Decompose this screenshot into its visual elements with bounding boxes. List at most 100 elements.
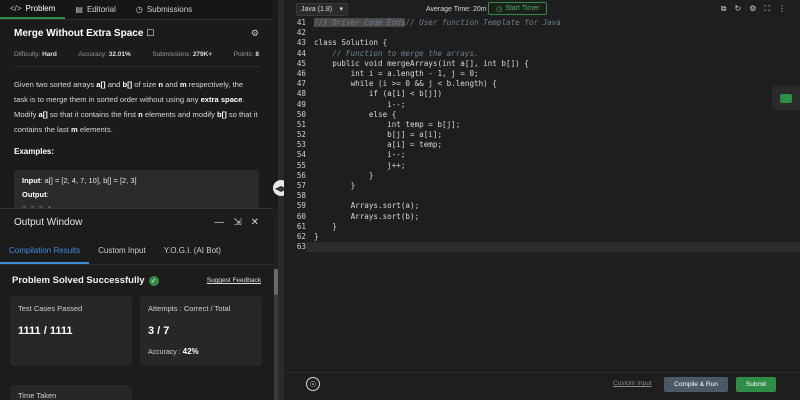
problem-title-row: Merge Without Extra Space ☐ ⚙ <box>14 28 259 39</box>
code-line[interactable]: 55 j++; <box>284 161 800 171</box>
lightbulb-icon[interactable]: ☉ <box>306 377 320 391</box>
output-header: Output Window — ⇲ ✕ <box>0 209 273 228</box>
submissions: Submissions: 279K+ <box>152 51 213 58</box>
code-segment: j++; <box>314 160 406 170</box>
code-line[interactable]: 60 Arrays.sort(b); <box>284 212 800 222</box>
check-circle-icon: ✓ <box>148 275 159 286</box>
test-cases-label: Test Cases Passed <box>18 304 83 313</box>
time-taken-label: Time Taken <box>18 391 57 400</box>
line-number: 59 <box>296 201 306 211</box>
test-cases-value: 1111 / 1111 <box>18 325 73 337</box>
reset-icon[interactable]: ↻ <box>735 4 742 14</box>
tab-editorial[interactable]: ▤ Editorial <box>65 0 125 19</box>
example-box: Input: a[] = [2, 4, 7, 10], b[] = [2, 3]… <box>14 170 259 210</box>
attempts-value: 3 / 7 <box>148 325 170 337</box>
code-line[interactable]: 46 int i = a.length - 1, j = 0; <box>284 69 800 79</box>
code-line[interactable]: 57 } <box>284 181 800 191</box>
code-segment: else { <box>314 109 397 119</box>
minimize-icon[interactable]: — <box>214 217 224 228</box>
code-line[interactable]: 49 i--; <box>284 100 800 110</box>
start-timer-button[interactable]: ◷ Start Timer <box>488 2 548 15</box>
collapse-icon[interactable]: ⇲ <box>233 217 241 228</box>
code-line[interactable]: 41//} Driver Code Ends// User function T… <box>284 18 800 28</box>
code-segment: i--; <box>314 99 406 109</box>
line-number: 51 <box>296 119 306 129</box>
line-number: 54 <box>296 150 306 160</box>
code-editor[interactable]: 41//} Driver Code Ends// User function T… <box>284 18 800 368</box>
result-cards: Test Cases Passed 1111 / 1111 Attempts :… <box>0 286 273 366</box>
code-segment: int temp = b[j]; <box>314 119 461 129</box>
code-segment: b[j] = a[i]; <box>314 130 443 140</box>
code-segment: public void mergeArrays(int a[], int b[]… <box>314 58 529 68</box>
language-value: Java (1.8) <box>301 5 333 13</box>
suggest-feedback-link[interactable]: Suggest Feedback <box>207 277 261 284</box>
code-line[interactable]: 52 b[j] = a[i]; <box>284 130 800 140</box>
line-number: 56 <box>296 170 306 180</box>
code-segment: //} Driver Code Ends <box>314 18 406 27</box>
code-line[interactable]: 45 public void mergeArrays(int a[], int … <box>284 59 800 69</box>
code-line[interactable]: 50 else { <box>284 110 800 120</box>
line-number: 58 <box>296 191 306 201</box>
line-number: 55 <box>296 160 306 170</box>
points: Points: 8 <box>233 51 259 58</box>
more-options-icon[interactable]: ⋮ <box>778 4 786 14</box>
problem-description: Given two sorted arrays a[] and b[] of s… <box>14 80 258 134</box>
line-number: 45 <box>296 58 306 68</box>
start-timer-label: Start Timer <box>505 5 540 12</box>
document-icon: ▤ <box>75 5 83 14</box>
code-text: class Solution { <box>306 38 387 48</box>
problem-title-text: Merge Without Extra Space <box>14 28 144 39</box>
code-line[interactable]: 56 } <box>284 171 800 181</box>
editor-tool-icons: ⧉ ↻ ⚙ ⛶ ⋮ <box>721 4 786 14</box>
code-text: } <box>306 170 374 181</box>
copy-icon[interactable]: ⧉ <box>721 4 727 14</box>
accuracy-line: Accuracy : 42% <box>148 347 199 356</box>
code-text: a[i] = temp; <box>306 140 442 150</box>
code-line[interactable]: 43 class Solution { <box>284 38 800 48</box>
code-line[interactable]: 47 while (i >= 0 && j < b.length) { <box>284 79 800 89</box>
submit-button[interactable]: Submit <box>736 377 776 392</box>
code-text: b[j] = a[i]; <box>306 130 442 140</box>
code-segment: while (i >= 0 && j < b.length) { <box>314 79 497 89</box>
code-line[interactable]: 62} <box>284 232 800 242</box>
line-number: 41 <box>296 18 306 27</box>
tab-submissions[interactable]: ◷ Submissions <box>126 0 202 19</box>
code-text: i--; <box>306 100 405 110</box>
code-line[interactable]: 53 a[i] = temp; <box>284 140 800 150</box>
code-line[interactable]: 48 if (a[i] < b[j]) <box>284 89 800 99</box>
code-line[interactable]: 61 } <box>284 222 800 232</box>
tab-editorial-label: Editorial <box>86 5 116 14</box>
settings-icon[interactable]: ⚙ <box>749 4 756 14</box>
code-text: else { <box>306 110 396 120</box>
code-text: int temp = b[j]; <box>306 120 460 130</box>
code-line[interactable]: 54 i--; <box>284 150 800 160</box>
code-line[interactable]: 59 Arrays.sort(a); <box>284 201 800 211</box>
output-controls: — ⇲ ✕ <box>214 217 259 228</box>
code-line[interactable]: 44 // Function to merge the arrays. <box>284 49 800 59</box>
code-segment: } <box>314 170 374 180</box>
code-line[interactable]: 42 <box>284 28 800 38</box>
tab-problem-label: Problem <box>25 4 56 13</box>
code-line[interactable]: 58 <box>284 191 800 201</box>
line-number: 52 <box>296 130 306 140</box>
custom-input-link[interactable]: Custom Input <box>613 380 652 387</box>
code-text <box>306 242 800 253</box>
fullscreen-icon[interactable]: ⛶ <box>764 4 770 14</box>
compile-run-button[interactable]: Compile & Run <box>664 377 728 392</box>
chat-button[interactable] <box>772 86 800 110</box>
tab-yogi-ai-bot[interactable]: Y.O.G.I. (AI Bot) <box>155 242 230 264</box>
code-line[interactable]: 63 <box>284 242 800 253</box>
tab-custom-input[interactable]: Custom Input <box>89 242 155 264</box>
code-segment: } <box>314 231 319 241</box>
code-text: int i = a.length - 1, j = 0; <box>306 69 479 79</box>
close-icon[interactable]: ✕ <box>251 217 259 228</box>
tab-problem[interactable]: </> Problem <box>0 0 66 19</box>
language-select[interactable]: Java (1.8) ▾ <box>296 2 348 16</box>
bookmark-icon[interactable]: ☐ <box>146 28 154 38</box>
problem-content: Merge Without Extra Space ☐ ⚙ Difficulty… <box>0 20 273 210</box>
code-line[interactable]: 51 int temp = b[j]; <box>284 120 800 130</box>
tab-compilation-results[interactable]: Compilation Results <box>0 242 90 264</box>
bug-icon[interactable]: ⚙ <box>251 28 259 39</box>
problem-meta: Difficulty: Hard Accuracy: 32.01% Submis… <box>14 51 259 67</box>
